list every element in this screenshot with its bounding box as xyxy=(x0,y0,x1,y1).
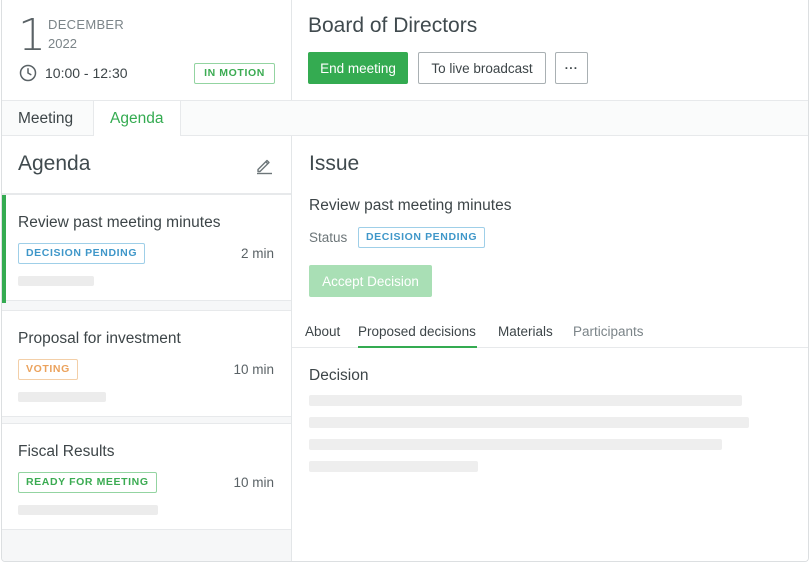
placeholder-line xyxy=(309,417,749,428)
tab-materials[interactable]: Materials xyxy=(498,324,553,348)
issue-tabs: About Proposed decisions Materials Parti… xyxy=(292,316,808,348)
meeting-header: Board of Directors End meeting To live b… xyxy=(292,0,808,100)
tab-agenda[interactable]: Agenda xyxy=(93,101,181,137)
live-broadcast-button[interactable]: To live broadcast xyxy=(418,52,546,84)
issue-title: Issue xyxy=(309,152,360,175)
meeting-time: 10:00 - 12:30 xyxy=(45,65,128,81)
tab-meeting[interactable]: Meeting xyxy=(2,101,89,136)
meeting-date-panel: 1 DECEMBER 2022 10:00 - 12:30 IN MOTION xyxy=(2,0,292,100)
agenda-panel: Agenda Review past meeting minutes DECIS… xyxy=(2,136,292,561)
placeholder-line xyxy=(18,392,106,402)
agenda-item[interactable]: Review past meeting minutes DECISION PEN… xyxy=(2,194,291,303)
accept-decision-button[interactable]: Accept Decision xyxy=(309,265,432,297)
issue-panel: Issue Review past meeting minutes Status… xyxy=(292,136,808,561)
date-year: 2022 xyxy=(48,36,77,51)
placeholder-line xyxy=(18,276,94,286)
agenda-item-title: Proposal for investment xyxy=(18,330,181,347)
status-badge: READY FOR MEETING xyxy=(18,472,157,493)
tab-proposed-decisions[interactable]: Proposed decisions xyxy=(358,324,477,348)
status-badge: DECISION PENDING xyxy=(18,243,146,264)
agenda-item-duration: 10 min xyxy=(233,362,274,377)
agenda-item-title: Fiscal Results xyxy=(18,443,115,460)
date-month: DECEMBER xyxy=(48,17,125,32)
tab-participants[interactable]: Participants xyxy=(573,324,644,348)
tab-about[interactable]: About xyxy=(305,324,340,348)
status-badge: VOTING xyxy=(18,359,78,380)
end-meeting-button[interactable]: End meeting xyxy=(308,52,408,84)
placeholder-line xyxy=(309,461,478,472)
meeting-status-badge: IN MOTION xyxy=(194,63,275,84)
placeholder-line xyxy=(18,505,158,515)
agenda-item-duration: 10 min xyxy=(233,475,274,490)
meeting-title: Board of Directors xyxy=(308,14,478,37)
clock-icon xyxy=(19,64,37,82)
issue-subject: Review past meeting minutes xyxy=(309,197,512,214)
agenda-header: Agenda xyxy=(2,136,291,194)
placeholder-line xyxy=(309,439,722,450)
main-tabs: Meeting Agenda xyxy=(2,100,808,137)
agenda-title: Agenda xyxy=(18,152,91,175)
pencil-icon[interactable] xyxy=(254,155,274,175)
agenda-item[interactable]: Fiscal Results READY FOR MEETING 10 min xyxy=(2,423,291,530)
agenda-item[interactable]: Proposal for investment VOTING 10 min xyxy=(2,310,291,417)
agenda-item-duration: 2 min xyxy=(240,246,274,261)
date-day: 1 xyxy=(18,10,46,61)
status-badge: DECISION PENDING xyxy=(358,227,486,248)
decision-heading: Decision xyxy=(309,367,369,384)
agenda-item-title: Review past meeting minutes xyxy=(18,214,221,231)
placeholder-line xyxy=(309,395,742,406)
more-options-button[interactable]: ··· xyxy=(555,52,588,84)
status-label: Status xyxy=(309,230,348,245)
app-frame: 1 DECEMBER 2022 10:00 - 12:30 IN MOTION … xyxy=(1,0,809,562)
